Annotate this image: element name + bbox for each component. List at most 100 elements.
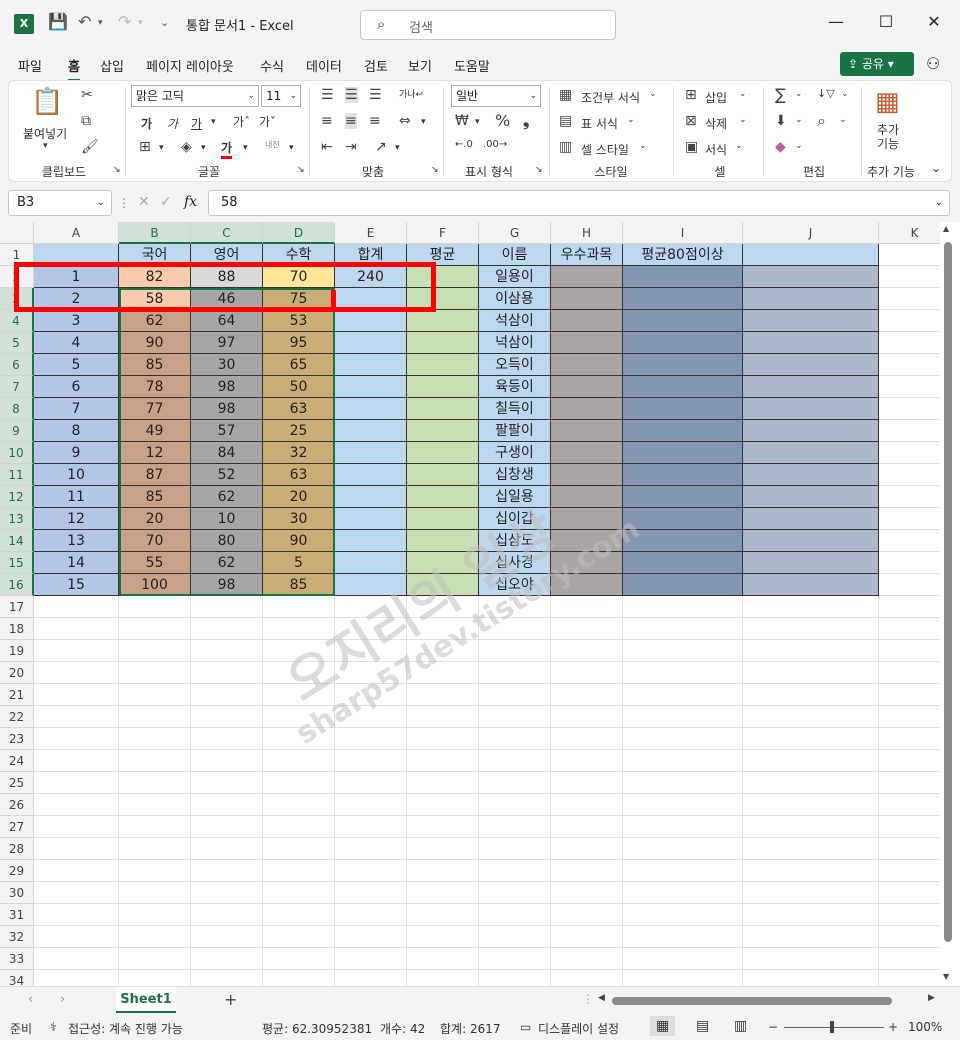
table-cell[interactable] <box>551 332 623 354</box>
tab-split-icon[interactable]: ⋮ <box>582 992 594 1006</box>
empty-cell[interactable] <box>263 728 335 750</box>
table-cell[interactable]: 30 <box>191 354 263 376</box>
align-right-icon[interactable]: ≡ <box>369 113 381 129</box>
table-cell[interactable] <box>335 486 407 508</box>
empty-cell[interactable] <box>743 882 879 904</box>
table-cell[interactable] <box>623 530 743 552</box>
undo-icon[interactable]: ↶ <box>78 12 91 31</box>
redo-dropdown-icon[interactable]: ▾ <box>138 18 143 28</box>
table-cell[interactable] <box>407 354 479 376</box>
empty-cell[interactable] <box>743 904 879 926</box>
row-header-29[interactable]: 29 <box>0 860 34 882</box>
empty-cell[interactable] <box>191 904 263 926</box>
number-format-select[interactable]: 일반 ⌄ <box>451 85 541 107</box>
empty-cell[interactable] <box>623 904 743 926</box>
empty-cell[interactable] <box>119 794 191 816</box>
accounting-dropdown-icon[interactable]: ▾ <box>475 117 480 127</box>
empty-cell[interactable] <box>623 882 743 904</box>
empty-cell[interactable] <box>407 794 479 816</box>
empty-cell[interactable] <box>407 816 479 838</box>
table-cell[interactable] <box>335 310 407 332</box>
empty-cell[interactable] <box>743 860 879 882</box>
zoom-in-icon[interactable]: + <box>888 1020 898 1034</box>
table-cell[interactable]: 넉삼이 <box>479 332 551 354</box>
empty-cell[interactable] <box>191 684 263 706</box>
table-cell[interactable] <box>743 508 879 530</box>
horizontal-scrollbar[interactable] <box>612 997 892 1005</box>
table-cell[interactable] <box>551 310 623 332</box>
empty-cell[interactable] <box>479 838 551 860</box>
empty-cell[interactable] <box>335 882 407 904</box>
redo-icon[interactable]: ↷ <box>118 12 131 31</box>
table-cell[interactable]: 오득이 <box>479 354 551 376</box>
empty-cell[interactable] <box>479 948 551 970</box>
row-header-15[interactable]: 15 <box>0 552 34 574</box>
border-icon[interactable]: ⊞ <box>139 139 151 155</box>
table-cell[interactable] <box>335 420 407 442</box>
sort-dropdown-icon[interactable]: ⌄ <box>841 89 849 99</box>
table-cell[interactable]: 칠득이 <box>479 398 551 420</box>
empty-cell[interactable] <box>479 794 551 816</box>
zoom-out-icon[interactable]: − <box>768 1020 778 1034</box>
table-cell[interactable] <box>623 442 743 464</box>
table-cell[interactable]: 5 <box>263 552 335 574</box>
table-cell[interactable]: 98 <box>191 376 263 398</box>
header-cell[interactable]: 이름 <box>479 244 551 266</box>
empty-cell[interactable] <box>34 596 119 618</box>
table-cell[interactable]: 97 <box>191 332 263 354</box>
empty-cell[interactable] <box>335 948 407 970</box>
empty-cell[interactable] <box>407 904 479 926</box>
decrease-decimal-icon[interactable]: .00→ <box>483 139 507 150</box>
empty-cell[interactable] <box>335 860 407 882</box>
table-cell[interactable]: 14 <box>34 552 119 574</box>
table-cell[interactable]: 49 <box>119 420 191 442</box>
empty-cell[interactable] <box>34 684 119 706</box>
empty-cell[interactable] <box>119 772 191 794</box>
table-cell[interactable]: 98 <box>191 574 263 596</box>
empty-cell[interactable] <box>335 684 407 706</box>
table-cell[interactable] <box>407 398 479 420</box>
table-cell[interactable]: 12 <box>119 442 191 464</box>
table-cell[interactable]: 4 <box>34 332 119 354</box>
table-cell[interactable] <box>407 442 479 464</box>
empty-cell[interactable] <box>119 684 191 706</box>
tab-help[interactable]: 도움말 <box>454 56 490 75</box>
table-cell[interactable]: 57 <box>191 420 263 442</box>
table-cell[interactable]: 11 <box>34 486 119 508</box>
empty-cell[interactable] <box>119 970 191 986</box>
table-cell[interactable] <box>407 376 479 398</box>
percent-icon[interactable]: % <box>495 111 510 130</box>
table-cell[interactable]: 53 <box>263 310 335 332</box>
empty-cell[interactable] <box>119 816 191 838</box>
empty-cell[interactable] <box>479 662 551 684</box>
empty-cell[interactable] <box>335 750 407 772</box>
row-header-24[interactable]: 24 <box>0 750 34 772</box>
table-cell[interactable] <box>551 420 623 442</box>
column-header-d[interactable]: D <box>263 222 335 244</box>
row-header-19[interactable]: 19 <box>0 640 34 662</box>
tab-formulas[interactable]: 수식 <box>260 56 284 75</box>
add-sheet-icon[interactable]: + <box>224 990 237 1009</box>
empty-cell[interactable] <box>743 772 879 794</box>
table-cell[interactable] <box>335 508 407 530</box>
empty-cell[interactable] <box>623 948 743 970</box>
table-cell[interactable] <box>623 464 743 486</box>
empty-cell[interactable] <box>191 728 263 750</box>
empty-cell[interactable] <box>191 838 263 860</box>
empty-cell[interactable] <box>623 926 743 948</box>
table-cell[interactable] <box>335 442 407 464</box>
table-cell[interactable]: 십창생 <box>479 464 551 486</box>
tab-home[interactable]: 홈 <box>68 56 80 81</box>
empty-cell[interactable] <box>479 816 551 838</box>
table-cell[interactable]: 90 <box>263 530 335 552</box>
empty-cell[interactable] <box>191 882 263 904</box>
empty-cell[interactable] <box>479 618 551 640</box>
table-cell[interactable] <box>743 442 879 464</box>
empty-cell[interactable] <box>191 926 263 948</box>
table-cell[interactable] <box>335 552 407 574</box>
orientation-dropdown-icon[interactable]: ▾ <box>395 143 400 153</box>
empty-cell[interactable] <box>623 706 743 728</box>
empty-cell[interactable] <box>479 640 551 662</box>
table-cell[interactable] <box>551 486 623 508</box>
collapse-ribbon-icon[interactable]: ⌄ <box>931 161 941 175</box>
